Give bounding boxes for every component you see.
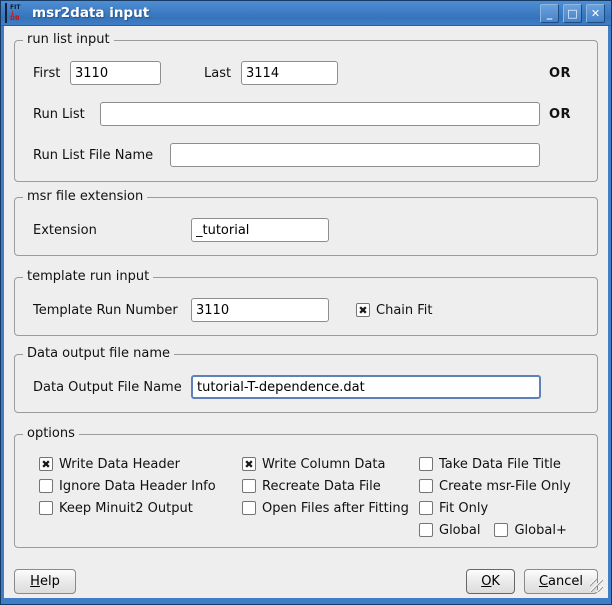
option-label: Keep Minuit2 Output — [59, 501, 193, 516]
window-controls: _ □ ✕ — [540, 4, 605, 23]
group-msr-file-extension: msr file extension Extension — [14, 197, 598, 256]
group-legend: Data output file name — [23, 346, 174, 361]
option-label: Recreate Data File — [262, 479, 381, 494]
or-label: OR — [549, 66, 571, 81]
checkbox-box-icon[interactable] — [39, 479, 53, 493]
option-label: Global+ — [514, 523, 566, 538]
option-label: Global — [439, 523, 480, 538]
resize-grip[interactable] — [590, 579, 603, 592]
run-list-file-name-label: Run List File Name — [33, 148, 170, 163]
chain-fit-checkbox[interactable]: ✖ Chain Fit — [356, 299, 433, 321]
option-global[interactable]: Global — [419, 519, 480, 541]
first-run-input[interactable] — [70, 61, 161, 85]
checkbox-box-icon[interactable]: ✖ — [39, 457, 53, 471]
checkbox-box-icon[interactable] — [419, 479, 433, 493]
titlebar[interactable]: FIT ↓ DB msr2data input _ □ ✕ — [1, 1, 611, 26]
option-label: Open Files after Fitting — [262, 501, 409, 516]
last-label: Last — [204, 66, 241, 81]
checkbox-box-icon[interactable] — [39, 501, 53, 515]
or-label: OR — [549, 107, 571, 122]
option-write-data-header[interactable]: ✖ Write Data Header — [39, 453, 242, 475]
option-open-files-after-fitting[interactable]: Open Files after Fitting — [242, 497, 419, 519]
maximize-icon[interactable]: □ — [563, 4, 582, 23]
template-run-number-label: Template Run Number — [33, 303, 191, 318]
option-take-data-file-title[interactable]: Take Data File Title — [419, 453, 587, 475]
data-output-file-name-input[interactable] — [191, 375, 541, 399]
options-column-2: ✖ Write Column Data Recreate Data File O… — [242, 453, 419, 541]
option-global-plus[interactable]: Global+ — [494, 519, 566, 541]
option-create-msr-file-only[interactable]: Create msr-File Only — [419, 475, 587, 497]
options-column-1: ✖ Write Data Header Ignore Data Header I… — [39, 453, 242, 541]
help-rest: elp — [40, 574, 60, 589]
close-icon[interactable]: ✕ — [586, 4, 605, 23]
option-label: Write Data Header — [59, 457, 180, 472]
checkbox-box-icon[interactable] — [242, 479, 256, 493]
extension-input[interactable] — [191, 218, 329, 242]
minimize-icon[interactable]: _ — [540, 4, 559, 23]
option-label: Create msr-File Only — [439, 479, 571, 494]
group-legend: run list input — [23, 32, 114, 47]
option-label: Ignore Data Header Info — [59, 479, 216, 494]
group-legend: options — [23, 426, 79, 441]
options-column-3: Take Data File Title Create msr-File Onl… — [419, 453, 587, 541]
template-run-number-input[interactable] — [191, 298, 329, 322]
option-label: Write Column Data — [262, 457, 385, 472]
ok-button[interactable]: OK — [466, 569, 515, 594]
checkbox-box-icon[interactable] — [494, 523, 508, 537]
option-label: Take Data File Title — [439, 457, 561, 472]
run-list-file-name-input[interactable] — [170, 143, 540, 167]
window-title: msr2data input — [32, 5, 540, 21]
option-label: Fit Only — [439, 501, 488, 516]
group-run-list-input: run list input First Last OR Run List OR… — [14, 40, 598, 182]
option-recreate-data-file[interactable]: Recreate Data File — [242, 475, 419, 497]
ok-accel: O — [481, 574, 491, 589]
group-legend: msr file extension — [23, 189, 147, 204]
help-accel: H — [30, 574, 40, 589]
run-list-label: Run List — [33, 107, 100, 122]
extension-label: Extension — [33, 223, 191, 238]
checkbox-box-icon[interactable]: ✖ — [356, 303, 370, 317]
ok-rest: K — [491, 574, 500, 589]
checkbox-box-icon[interactable] — [242, 501, 256, 515]
run-list-input[interactable] — [100, 102, 540, 126]
checkbox-box-icon[interactable]: ✖ — [242, 457, 256, 471]
option-keep-minuit2-output[interactable]: Keep Minuit2 Output — [39, 497, 242, 519]
dialog-content: run list input First Last OR Run List OR… — [4, 26, 608, 598]
cancel-accel: C — [539, 574, 548, 589]
app-icon-db-text: DB — [10, 16, 20, 22]
group-options: options ✖ Write Data Header Ignore Data … — [14, 434, 598, 548]
last-run-input[interactable] — [241, 61, 338, 85]
option-write-column-data[interactable]: ✖ Write Column Data — [242, 453, 419, 475]
cancel-rest: ancel — [548, 574, 583, 589]
first-label: First — [33, 66, 70, 81]
msr2data-app-icon: FIT ↓ DB — [5, 3, 25, 23]
group-data-output-file-name: Data output file name Data Output File N… — [14, 354, 598, 413]
cancel-button[interactable]: Cancel — [524, 569, 598, 594]
option-fit-only[interactable]: Fit Only — [419, 497, 587, 519]
data-output-file-name-label: Data Output File Name — [33, 380, 191, 395]
msr2data-dialog-window: FIT ↓ DB msr2data input _ □ ✕ run list i… — [0, 0, 612, 605]
help-button[interactable]: Help — [14, 569, 76, 594]
checkbox-box-icon[interactable] — [419, 501, 433, 515]
checkbox-box-icon[interactable] — [419, 523, 433, 537]
chain-fit-label: Chain Fit — [376, 303, 433, 318]
option-ignore-data-header-info[interactable]: Ignore Data Header Info — [39, 475, 242, 497]
button-row: Help OK Cancel — [14, 569, 598, 594]
group-legend: template run input — [23, 269, 153, 284]
checkbox-box-icon[interactable] — [419, 457, 433, 471]
group-template-run-input: template run input Template Run Number ✖… — [14, 277, 598, 336]
